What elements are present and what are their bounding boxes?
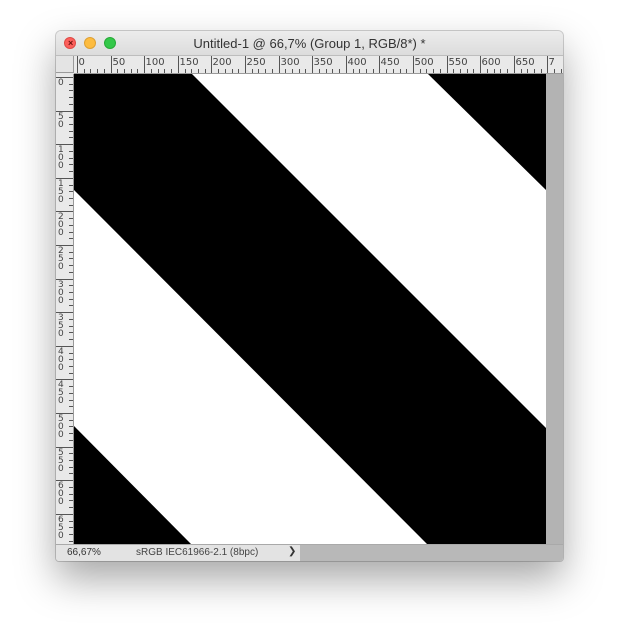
ruler-top-label: 650 [515,57,535,68]
ruler-top-label: 400 [347,57,367,68]
ruler-left-label: 500 [58,413,64,440]
vertical-ruler[interactable]: 0501001502002503003504004505005506006507 [56,74,74,557]
document-window: × Untitled-1 @ 66,7% (Group 1, RGB/8*) *… [56,31,563,561]
color-profile-info: sRGB IEC61966-2.1 (8bpc) [136,547,259,558]
ruler-top-label: 350 [313,57,333,68]
status-bar: 66,67% sRGB IEC61966-2.1 (8bpc) ❯ [56,544,563,561]
ruler-top-label: 7 [548,57,555,68]
window-title: Untitled-1 @ 66,7% (Group 1, RGB/8*) * [193,36,426,51]
ruler-left-label: 250 [58,245,64,272]
ruler-left-label: 150 [58,178,64,205]
ruler-top-label: 50 [112,57,126,68]
status-menu-arrow-icon[interactable]: ❯ [288,546,296,557]
ruler-left-label: 0 [58,77,64,88]
ruler-top-label: 600 [481,57,501,68]
ruler-left-label: 650 [58,514,64,541]
ruler-left-label: 100 [58,144,64,171]
document-canvas[interactable] [74,74,546,544]
ruler-left-label: 450 [58,379,64,406]
ruler-origin[interactable] [56,56,74,73]
horizontal-scroll-area[interactable] [300,545,563,561]
ruler-top-label: 250 [246,57,266,68]
canvas-artwork [74,74,546,544]
ruler-left-label: 50 [58,111,64,130]
ruler-left-label: 200 [58,211,64,238]
horizontal-ruler[interactable]: 0 50 100 150 200 250 300 350 400 450 500 550 600 650 7 [74,56,563,74]
vertical-scroll-area[interactable] [546,74,563,544]
ruler-left-label: 400 [58,346,64,373]
ruler-left-label: 550 [58,447,64,474]
zoom-level[interactable]: 66,67% [67,547,101,558]
ruler-left-label: 350 [58,312,64,339]
ruler-top-label: 0 [78,57,85,68]
ruler-top-label: 450 [380,57,400,68]
ruler-top-label: 550 [448,57,468,68]
ruler-left-label: 600 [58,480,64,507]
ruler-left-label: 300 [58,279,64,306]
ruler-top-label: 150 [179,57,199,68]
ruler-top-label: 100 [145,57,165,68]
ruler-top-label: 200 [212,57,232,68]
ruler-top-label: 300 [280,57,300,68]
title-bar[interactable]: × Untitled-1 @ 66,7% (Group 1, RGB/8*) * [56,31,563,56]
ruler-top-label: 500 [414,57,434,68]
